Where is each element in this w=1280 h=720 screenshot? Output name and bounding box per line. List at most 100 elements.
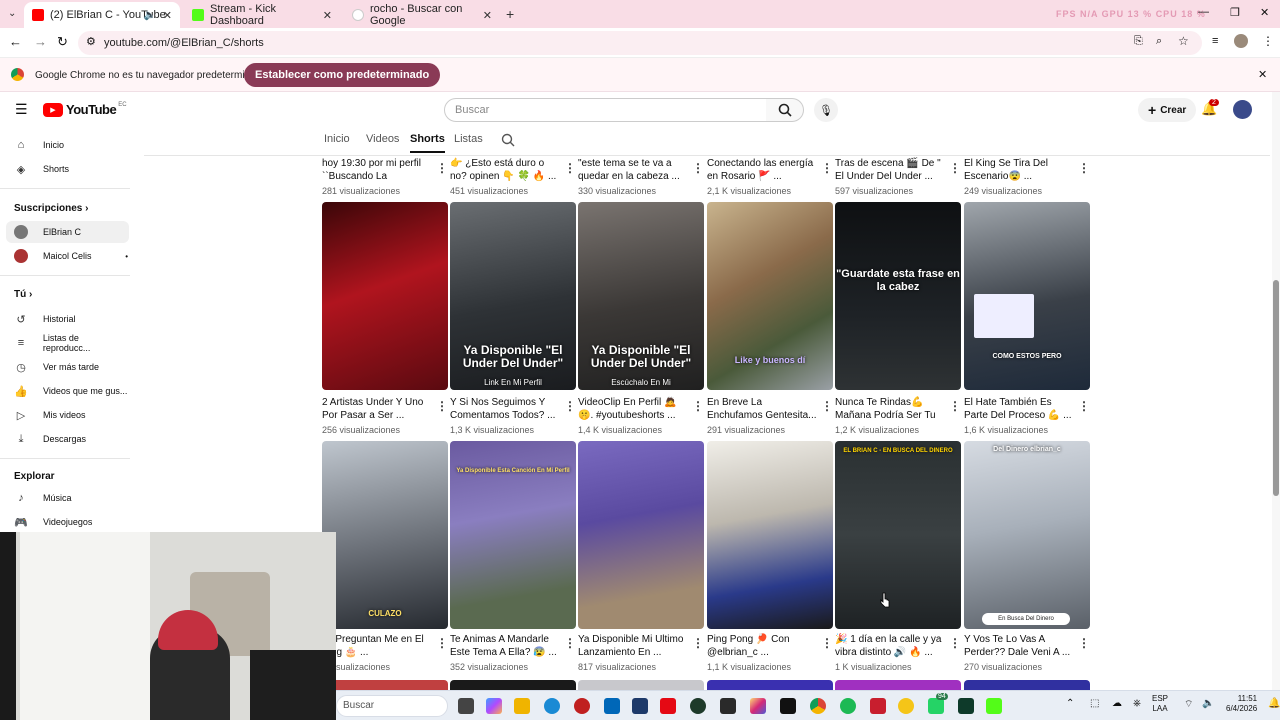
short-thumbnail-partial[interactable] bbox=[450, 680, 576, 690]
minimize-icon[interactable]: — bbox=[1198, 6, 1209, 18]
close-tab-icon[interactable]: ✕ bbox=[323, 9, 332, 22]
forward-icon[interactable]: → bbox=[34, 34, 47, 49]
close-banner-icon[interactable]: ✕ bbox=[1258, 68, 1267, 81]
close-tab-icon[interactable]: ✕ bbox=[163, 9, 172, 22]
short-title[interactable]: hoy 19:30 por mi perfil ``Buscando La Mo… bbox=[322, 157, 432, 183]
short-thumbnail-partial[interactable] bbox=[707, 680, 833, 690]
short-thumbnail-partial[interactable] bbox=[578, 680, 704, 690]
app-icon[interactable] bbox=[690, 698, 706, 714]
short-thumbnail[interactable] bbox=[322, 202, 448, 390]
short-title[interactable]: "este tema se te va a quedar en la cabez… bbox=[578, 157, 688, 183]
copilot-icon[interactable] bbox=[486, 698, 502, 714]
sidebar-item-inicio[interactable]: ⌂ Inicio bbox=[14, 134, 128, 156]
taskbar-search-field[interactable]: Buscar bbox=[336, 695, 448, 717]
capcut-icon[interactable] bbox=[720, 698, 736, 714]
url-field[interactable]: ⚙ youtube.com/@ElBrian_C/shorts ⎘ ⌕ ☆ bbox=[78, 31, 1202, 55]
short-title[interactable]: VideoClip En Perfil 🙇 🤫. #youtubeshorts … bbox=[578, 396, 688, 422]
reload-icon[interactable]: ↻ bbox=[57, 34, 68, 50]
sidebar-item-history[interactable]: ↺ Historial bbox=[14, 308, 128, 330]
more-options-icon[interactable]: ⋮ bbox=[949, 636, 961, 650]
short-thumbnail-partial[interactable] bbox=[964, 680, 1090, 690]
short-thumbnail[interactable]: Ya Disponible "El Under Del Under" Escúc… bbox=[578, 202, 704, 390]
short-title[interactable]: 👉 ¿Esto está duro o no? opinen 👇 🍀 🔥 ... bbox=[450, 157, 560, 183]
hamburger-menu-icon[interactable]: ☰ bbox=[15, 101, 28, 118]
youtube-logo[interactable]: ▶ YouTube EC bbox=[43, 102, 127, 117]
speaker-icon[interactable]: 🔈 bbox=[144, 10, 156, 21]
chrome-menu-icon[interactable]: ⋮ bbox=[1262, 34, 1274, 48]
short-thumbnail[interactable]: COMO ESTOS PERO bbox=[964, 202, 1090, 390]
instagram-icon[interactable] bbox=[750, 698, 766, 714]
whatsapp-icon[interactable] bbox=[928, 698, 944, 714]
app-icon[interactable] bbox=[632, 698, 648, 714]
edge-icon[interactable] bbox=[544, 698, 560, 714]
short-thumbnail[interactable]: CULAZO bbox=[322, 441, 448, 629]
tiktok-icon[interactable] bbox=[780, 698, 796, 714]
short-title[interactable]: En Breve La Enchufamos Gentesita... bbox=[707, 396, 817, 422]
clock[interactable]: 11:51 6/4/2026 bbox=[1226, 694, 1257, 714]
more-options-icon[interactable]: ⋮ bbox=[564, 399, 576, 413]
scrollbar-thumb[interactable] bbox=[1273, 280, 1279, 496]
create-button[interactable]: + Crear bbox=[1138, 98, 1197, 122]
more-options-icon[interactable]: ⋮ bbox=[436, 636, 448, 650]
tray-chevron-icon[interactable]: ⌃ bbox=[1066, 698, 1074, 709]
tab-videos[interactable]: Videos bbox=[366, 133, 399, 145]
task-view-icon[interactable] bbox=[458, 698, 474, 714]
short-thumbnail[interactable] bbox=[578, 441, 704, 629]
short-title[interactable]: Te Preguntan Me en El King 🎂 ... bbox=[322, 633, 432, 659]
search-button[interactable] bbox=[766, 98, 804, 122]
short-thumbnail-partial[interactable] bbox=[835, 680, 961, 690]
more-options-icon[interactable]: ⋮ bbox=[436, 399, 448, 413]
new-tab-button[interactable]: + bbox=[506, 6, 514, 22]
maximize-icon[interactable]: ❐ bbox=[1230, 6, 1240, 19]
more-options-icon[interactable]: ⋮ bbox=[821, 399, 833, 413]
file-explorer-icon[interactable] bbox=[514, 698, 530, 714]
more-options-icon[interactable]: ⋮ bbox=[1078, 161, 1090, 175]
site-info-icon[interactable]: ⚙ bbox=[86, 35, 96, 48]
sidebar-item-watch-later[interactable]: ◷ Ver más tarde bbox=[14, 356, 128, 378]
extensions-icon[interactable]: ≡ bbox=[1212, 35, 1218, 47]
recorder-icon[interactable] bbox=[574, 698, 590, 714]
more-options-icon[interactable]: ⋮ bbox=[949, 161, 961, 175]
short-title[interactable]: 🎉 1 día en la calle y ya vibra distinto … bbox=[835, 633, 945, 659]
short-thumbnail[interactable]: EL BRIAN C - EN BUSCA DEL DINERO bbox=[835, 441, 961, 629]
more-options-icon[interactable]: ⋮ bbox=[692, 161, 704, 175]
more-options-icon[interactable]: ⋮ bbox=[692, 399, 704, 413]
app-icon[interactable] bbox=[958, 698, 974, 714]
subscriptions-heading[interactable]: Suscripciones › bbox=[14, 203, 88, 214]
close-window-icon[interactable]: ✕ bbox=[1260, 6, 1269, 19]
set-default-button[interactable]: Establecer como predeterminado bbox=[244, 63, 441, 87]
short-thumbnail[interactable]: "Guardate esta frase en la cabez bbox=[835, 202, 961, 390]
more-options-icon[interactable]: ⋮ bbox=[821, 161, 833, 175]
install-app-icon[interactable]: ⎘ bbox=[1134, 35, 1143, 48]
tab-google[interactable]: rocho - Buscar con Google ✕ bbox=[344, 2, 500, 28]
bookmark-star-icon[interactable]: ☆ bbox=[1178, 34, 1189, 48]
tray-icon[interactable]: ⎈ bbox=[1133, 698, 1141, 709]
short-title[interactable]: 2 Artistas Under Y Uno Por Pasar a Ser .… bbox=[322, 396, 432, 422]
more-options-icon[interactable]: ⋮ bbox=[949, 399, 961, 413]
more-options-icon[interactable]: ⋮ bbox=[564, 636, 576, 650]
keyboard-language[interactable]: ESP LAA bbox=[1152, 694, 1168, 714]
short-title[interactable]: El Hate También Es Parte Del Proceso 💪 .… bbox=[964, 396, 1074, 422]
sidebar-item-music[interactable]: ♪ Música bbox=[14, 487, 128, 509]
search-input[interactable]: Buscar bbox=[444, 98, 767, 122]
store-icon[interactable] bbox=[604, 698, 620, 714]
spotify-icon[interactable] bbox=[840, 698, 856, 714]
account-avatar[interactable] bbox=[1233, 100, 1252, 119]
short-title[interactable]: Ya Disponible Mi Ultimo Lanzamiento En .… bbox=[578, 633, 688, 659]
close-tab-icon[interactable]: ✕ bbox=[483, 9, 492, 22]
app-icon[interactable] bbox=[870, 698, 886, 714]
short-thumbnail[interactable]: Like y buenos dí bbox=[707, 202, 833, 390]
short-thumbnail[interactable] bbox=[707, 441, 833, 629]
tab-list-icon[interactable]: ⌄ bbox=[8, 8, 16, 19]
more-options-icon[interactable]: ⋮ bbox=[692, 636, 704, 650]
sidebar-item-liked[interactable]: 👍 Videos que me gus... bbox=[14, 380, 128, 402]
netflix-icon[interactable] bbox=[660, 698, 676, 714]
app-icon[interactable] bbox=[898, 698, 914, 714]
zoom-icon[interactable]: ⌕ bbox=[1156, 35, 1162, 48]
more-options-icon[interactable]: ⋮ bbox=[564, 161, 576, 175]
kick-icon[interactable] bbox=[986, 698, 1002, 714]
short-title[interactable]: Nunca Te Rindas💪 Mañana Podría Ser Tu ..… bbox=[835, 396, 945, 422]
sidebar-item-my-videos[interactable]: ▷ Mis videos bbox=[14, 404, 128, 426]
short-title[interactable]: Tras de escena 🎬 De " El Under Del Under… bbox=[835, 157, 945, 183]
sidebar-item-elbrian[interactable]: ElBrian C bbox=[6, 221, 129, 243]
